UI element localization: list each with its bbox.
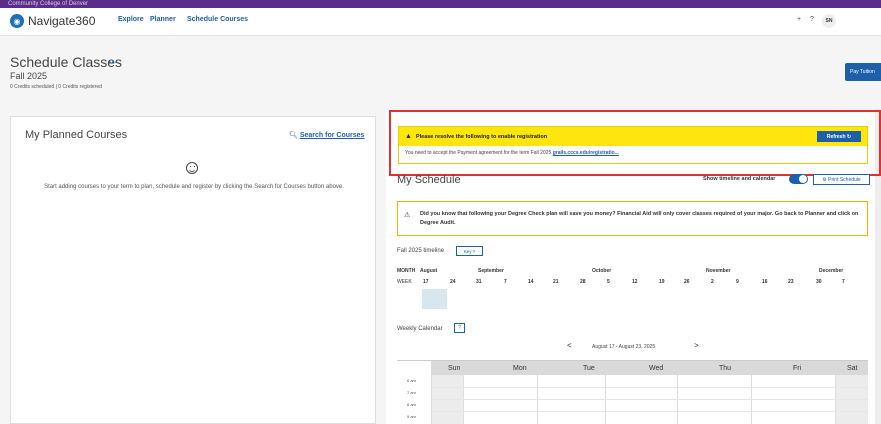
week-cell: 16	[762, 279, 768, 285]
hour-label: 7 am	[407, 390, 416, 395]
hour-line	[431, 387, 868, 388]
hour-label: 9 am	[407, 414, 416, 419]
current-week-highlight	[422, 289, 447, 309]
month-september: September	[478, 268, 504, 274]
empty-state-message: Start adding courses to your term to pla…	[44, 184, 344, 190]
tip-text: Did you know that following your Degree …	[420, 211, 859, 226]
week-range: August 17 - August 23, 2025	[592, 344, 656, 350]
day-header: Thu	[719, 365, 732, 372]
week-cell: 30	[816, 279, 822, 285]
hour-label: 6 am	[407, 378, 416, 383]
avatar[interactable]: SN	[822, 14, 836, 28]
week-cell: 9	[736, 279, 739, 285]
pay-tuition-button[interactable]: Pay Tuition	[845, 63, 881, 81]
timeline-toggle[interactable]	[789, 174, 808, 184]
brand-name: Navigate360	[28, 14, 96, 28]
search-icon: 🔍︎	[289, 132, 298, 139]
term-label: Fall 2025	[10, 71, 48, 81]
week-cell: 26	[684, 279, 690, 285]
week-row-label: WEEK	[397, 279, 412, 285]
key-button[interactable]: Key ?	[456, 246, 483, 256]
help-icon[interactable]: ?	[810, 16, 814, 23]
warning-icon: ⚠	[404, 212, 411, 219]
week-cell: 17	[423, 279, 429, 285]
week-cell: 5	[607, 279, 610, 285]
refresh-icon: ↻	[846, 133, 852, 140]
search-courses-label[interactable]: Search for Courses	[300, 132, 365, 139]
toggle-label: Show timeline and calendar	[703, 176, 776, 182]
degree-tip: ⚠ Did you know that following your Degre…	[397, 201, 868, 236]
hour-line	[431, 411, 868, 412]
help-icon: ?	[472, 248, 476, 254]
timeline-label: Fall 2025 timeline	[397, 248, 445, 254]
previous-week-button[interactable]: <	[567, 341, 572, 350]
week-cell: 21	[553, 279, 559, 285]
refresh-label: Refresh	[826, 133, 846, 140]
alert-body: You need to accept the Payment agreement…	[399, 146, 867, 156]
page-title: Schedule Classes	[10, 54, 123, 70]
month-october: October	[592, 268, 612, 274]
day-header: Wed	[649, 365, 664, 372]
day-header: Fri	[793, 365, 802, 372]
day-header: Sun	[448, 365, 461, 372]
month-december: December	[819, 268, 844, 274]
planned-courses-title: My Planned Courses	[25, 129, 128, 141]
college-banner: Community College of Denver	[0, 0, 881, 8]
nav-schedule-courses[interactable]: Schedule Courses	[187, 16, 248, 23]
month-august: August	[420, 268, 438, 274]
week-cell: 19	[659, 279, 665, 285]
day-header: Mon	[513, 365, 527, 372]
navigate-logo-icon: ◉	[10, 14, 24, 28]
calendar-header: Sun Mon Tue Wed Thu Fri Sat	[431, 361, 868, 375]
my-schedule-title: My Schedule	[397, 174, 461, 186]
day-header: Tue	[583, 365, 595, 372]
hour-label: 8 am	[407, 402, 416, 407]
week-cell: 12	[632, 279, 638, 285]
alert-header: ▲ Please resolve the following to enable…	[399, 127, 867, 146]
payment-agreement-link[interactable]: grails.cccs.edu/registratio...	[553, 150, 619, 156]
month-row-label: MONTH	[397, 268, 416, 274]
weekly-calendar: Sun Mon Tue Wed Thu Fri Sat 6 am 7 am 8 …	[397, 360, 868, 424]
print-icon: ⚙	[822, 176, 827, 183]
refresh-button[interactable]: Refresh ↻	[817, 131, 861, 142]
week-cell: 7	[504, 279, 507, 285]
week-cell: 24	[450, 279, 456, 285]
registration-alert: ▲ Please resolve the following to enable…	[398, 126, 868, 164]
help-icon[interactable]: ?	[454, 323, 465, 333]
brand[interactable]: ◉ Navigate360	[10, 12, 95, 30]
hour-line	[431, 399, 868, 400]
credits-summary: 0 Credits scheduled | 0 Credits register…	[10, 84, 102, 90]
print-label: Print Schedule	[828, 176, 861, 183]
warning-icon: ▲	[405, 133, 412, 140]
print-schedule-button[interactable]: ⚙ Print Schedule	[813, 174, 870, 185]
key-label: Key	[463, 248, 472, 254]
smiley-icon	[186, 162, 198, 174]
search-courses-link[interactable]: 🔍︎ Search for Courses	[289, 131, 364, 139]
nav-explore[interactable]: Explore	[118, 16, 144, 23]
week-cell: 7	[842, 279, 845, 285]
week-cell: 28	[580, 279, 586, 285]
day-header: Sat	[847, 365, 858, 372]
college-name: Community College of Denver	[8, 1, 89, 7]
weekly-calendar-label: Weekly Calendar	[397, 326, 443, 332]
top-navbar: ◉ Navigate360 Explore Planner Schedule C…	[0, 8, 881, 36]
next-week-button[interactable]: >	[694, 341, 699, 350]
nav-planner[interactable]: Planner	[150, 16, 176, 23]
alert-message: You need to accept the Payment agreement…	[405, 150, 552, 156]
add-icon[interactable]: +	[797, 16, 801, 23]
more-options-button[interactable]: ...	[108, 52, 118, 66]
page-header: Schedule Classes ... Fall 2025 0 Credits…	[0, 37, 881, 105]
month-november: November	[706, 268, 731, 274]
week-cell: 14	[528, 279, 534, 285]
week-cell: 2	[711, 279, 714, 285]
planned-courses-panel: My Planned Courses 🔍︎ Search for Courses…	[10, 116, 376, 424]
week-cell: 23	[788, 279, 794, 285]
alert-title: Please resolve the following to enable r…	[415, 133, 548, 140]
week-cell: 31	[476, 279, 482, 285]
